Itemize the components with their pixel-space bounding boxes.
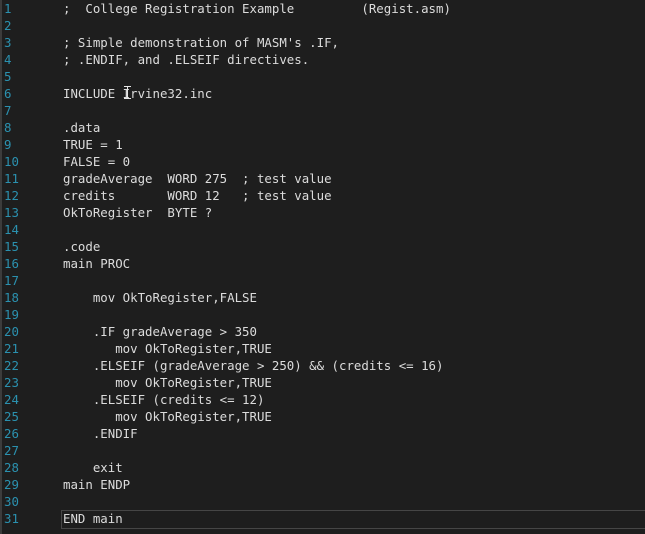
code-line: main ENDP — [63, 477, 131, 492]
line-number: 24 — [4, 392, 19, 407]
line-number: 5 — [4, 69, 12, 84]
code-line: mov OkToRegister,TRUE — [63, 375, 272, 390]
line-number: 4 — [4, 52, 12, 67]
line-number: 11 — [4, 171, 19, 186]
code-line: ; College Registration Example (Regist.a… — [63, 1, 451, 16]
line-number: 25 — [4, 409, 19, 424]
line-number: 7 — [4, 103, 12, 118]
code-line: .ELSEIF (credits <= 12) — [63, 392, 265, 407]
code-line: credits WORD 12 ; test value — [63, 188, 332, 203]
code-line: .data — [63, 120, 101, 135]
code-line: .IF gradeAverage > 350 — [63, 324, 257, 339]
line-number: 28 — [4, 460, 19, 475]
code-line: gradeAverage WORD 275 ; test value — [63, 171, 332, 186]
line-number: 1 — [4, 1, 12, 16]
code-line: .ELSEIF (gradeAverage > 250) && (credits… — [63, 358, 444, 373]
line-number: 22 — [4, 358, 19, 373]
line-number: 29 — [4, 477, 19, 492]
code-editor[interactable]: 1 2 3 4 5 6 7 8 9 10 11 12 13 14 15 16 17 18 19 20 21 22 23 24 2… — [0, 0, 645, 534]
code-line: TRUE = 1 — [63, 137, 123, 152]
code-line: .code — [63, 239, 101, 254]
line-number: 17 — [4, 273, 19, 288]
code-line: ; .ENDIF, and .ELSEIF directives. — [63, 52, 310, 67]
line-number: 30 — [4, 494, 19, 509]
code-line: END main — [63, 511, 123, 526]
line-number: 21 — [4, 341, 19, 356]
line-number-gutter[interactable]: 1 2 3 4 5 6 7 8 9 10 11 12 13 14 15 16 17 18 19 20 21 22 23 24 2… — [0, 0, 40, 534]
line-number: 26 — [4, 426, 19, 441]
code-line: main PROC — [63, 256, 131, 271]
code-line: mov OkToRegister,FALSE — [63, 290, 257, 305]
line-number: 9 — [4, 137, 12, 152]
line-number: 15 — [4, 239, 19, 254]
line-number: 27 — [4, 443, 19, 458]
line-number: 3 — [4, 35, 12, 50]
line-number: 16 — [4, 256, 19, 271]
code-line: OkToRegister BYTE ? — [63, 205, 213, 220]
code-line: FALSE = 0 — [63, 154, 131, 169]
line-number: 19 — [4, 307, 19, 322]
code-line: exit — [63, 460, 123, 475]
line-number: 18 — [4, 290, 19, 305]
line-number: 6 — [4, 86, 12, 101]
code-text-area[interactable]: ; College Registration Example (Regist.a… — [40, 0, 645, 534]
line-number: 12 — [4, 188, 19, 203]
line-number: 8 — [4, 120, 12, 135]
line-number: 14 — [4, 222, 19, 237]
current-line-highlight — [61, 510, 645, 529]
line-number: 2 — [4, 18, 12, 33]
line-number: 20 — [4, 324, 19, 339]
line-number: 31 — [4, 511, 19, 526]
code-line: .ENDIF — [63, 426, 138, 441]
text-cursor-icon — [123, 84, 132, 101]
line-number: 23 — [4, 375, 19, 390]
line-number: 13 — [4, 205, 19, 220]
code-line: INCLUDE Irvine32.inc — [63, 86, 213, 101]
code-line: mov OkToRegister,TRUE — [63, 341, 272, 356]
code-line: ; Simple demonstration of MASM's .IF, — [63, 35, 340, 50]
code-line: mov OkToRegister,TRUE — [63, 409, 272, 424]
line-number: 10 — [4, 154, 19, 169]
